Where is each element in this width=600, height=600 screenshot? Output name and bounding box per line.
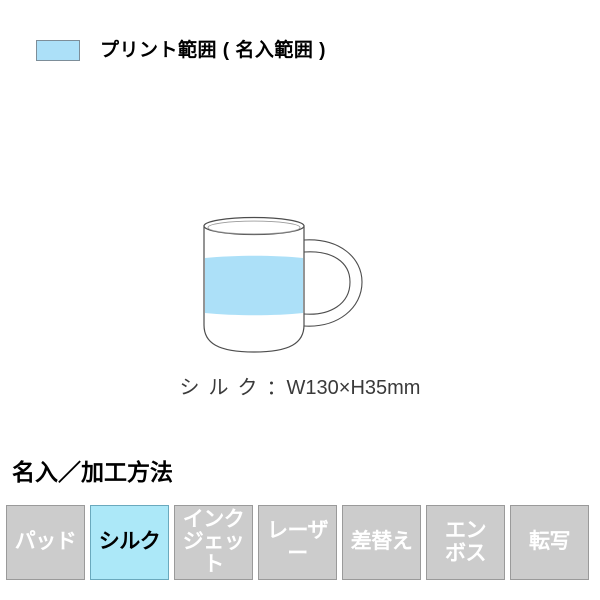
mug-handle-inner — [303, 251, 351, 315]
mug-print-area — [205, 255, 303, 316]
mug-rim-inner — [207, 220, 301, 235]
method-label: 差替え — [350, 530, 413, 554]
method-label: シルク — [98, 530, 161, 554]
caption-dimensions: W130×H35mm — [286, 377, 421, 399]
imprint-method-heading: 名入／加工方法 — [12, 459, 173, 485]
method-button-silk[interactable]: シルク — [90, 505, 169, 580]
print-area-caption: シルク：W130×H35mm — [0, 371, 600, 400]
mug-handle-outer — [303, 239, 363, 327]
print-area-legend: プリント範囲 ( 名入範囲 ) — [36, 40, 326, 61]
method-button-inkjet[interactable]: インク ジェット — [174, 505, 253, 580]
print-area-legend-label: プリント範囲 ( 名入範囲 ) — [100, 40, 326, 61]
caption-separator: ： — [266, 377, 287, 399]
mug-diagram-svg — [203, 216, 363, 353]
product-illustration — [0, 200, 600, 370]
method-button-insert[interactable]: 差替え — [342, 505, 421, 580]
method-button-pad[interactable]: パッド — [6, 505, 85, 580]
method-label: 転写 — [529, 530, 571, 554]
method-label: レーザー — [266, 519, 329, 565]
imprint-method-list: パッド シルク インク ジェット レーザー 差替え エン ボス 転写 — [6, 505, 594, 580]
method-label: インク ジェット — [182, 508, 245, 576]
method-label: パッド — [14, 530, 77, 554]
caption-method-name: シルク — [179, 377, 267, 399]
print-area-swatch-icon — [36, 40, 80, 61]
method-button-emboss[interactable]: エン ボス — [426, 505, 505, 580]
method-label: エン ボス — [445, 519, 487, 565]
method-button-laser[interactable]: レーザー — [258, 505, 337, 580]
method-button-transfer[interactable]: 転写 — [510, 505, 589, 580]
